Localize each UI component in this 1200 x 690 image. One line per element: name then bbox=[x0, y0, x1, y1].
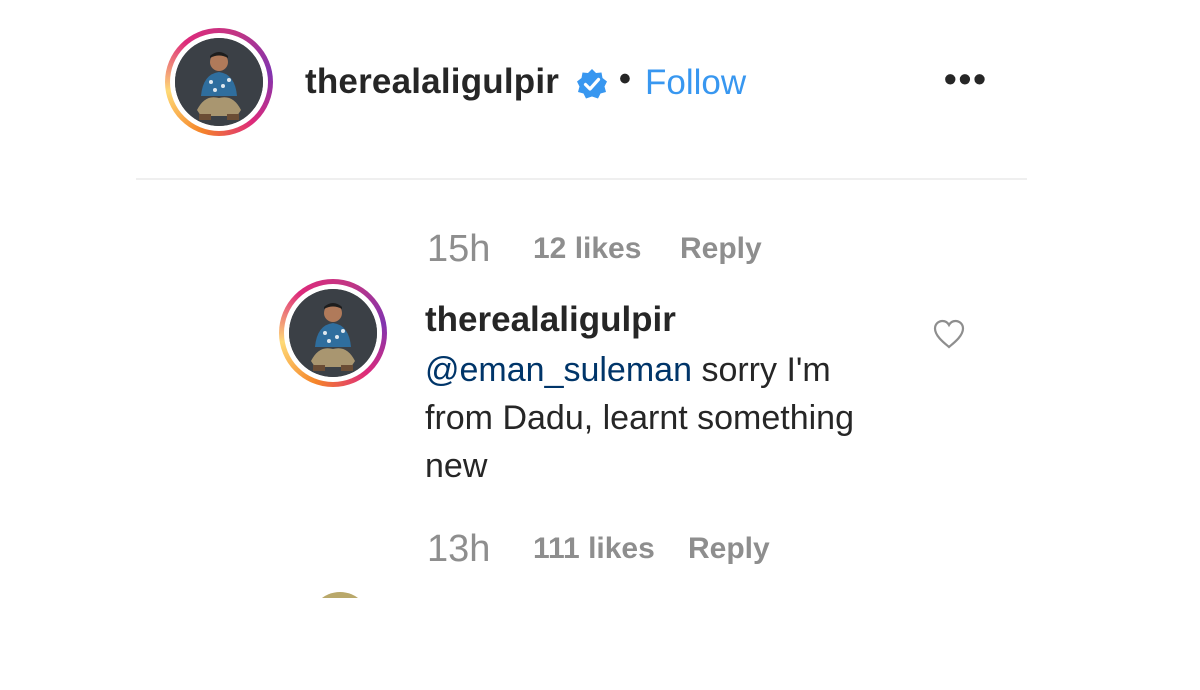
previous-comment-text-clipped bbox=[420, 180, 860, 196]
avatar-photo bbox=[289, 289, 377, 377]
comment-text: @eman_suleman sorry I'm from Dadu, learn… bbox=[425, 346, 895, 490]
person-photo-icon bbox=[175, 38, 263, 126]
more-options-icon[interactable]: ••• bbox=[944, 58, 988, 100]
clipped-text-fragment bbox=[420, 180, 429, 195]
avatar-edge bbox=[310, 592, 370, 598]
reply-button[interactable]: Reply bbox=[688, 532, 770, 566]
reply-avatar[interactable] bbox=[279, 279, 387, 387]
avatar-photo bbox=[175, 38, 263, 126]
comment-timestamp[interactable]: 15h bbox=[427, 228, 490, 271]
header-avatar[interactable] bbox=[165, 28, 273, 136]
comment-timestamp[interactable]: 13h bbox=[427, 528, 490, 571]
avatar-ring-gap bbox=[170, 33, 268, 131]
header-username[interactable]: therealaligulpir bbox=[305, 62, 559, 102]
heart-outline-icon[interactable] bbox=[932, 318, 966, 350]
mention-link[interactable]: @eman_suleman bbox=[425, 351, 692, 389]
follow-button[interactable]: Follow bbox=[645, 63, 746, 103]
avatar-ring-gap bbox=[284, 284, 382, 382]
comment-username[interactable]: therealaligulpir bbox=[425, 300, 676, 340]
person-photo-icon bbox=[289, 289, 377, 377]
comment-likes-count[interactable]: 111 likes bbox=[533, 532, 655, 566]
verified-badge-icon bbox=[577, 69, 607, 99]
comment-likes-count[interactable]: 12 likes bbox=[533, 232, 641, 266]
next-comment-avatar-clipped bbox=[300, 592, 380, 598]
header-separator: • bbox=[619, 60, 631, 98]
reply-button[interactable]: Reply bbox=[680, 232, 762, 266]
